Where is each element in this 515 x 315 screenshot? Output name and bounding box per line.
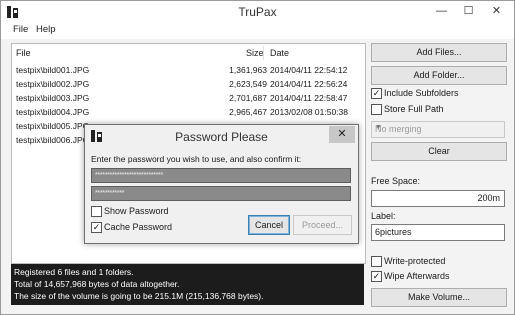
file-date: 2014/04/11 22:56:24: [270, 79, 348, 89]
dialog-close-button[interactable]: ✕: [329, 126, 355, 143]
title-bar: TruPax — ☐ ✕: [1, 1, 514, 23]
column-header-size[interactable]: Size: [246, 48, 264, 58]
checkbox-box[interactable]: ✓: [371, 88, 382, 99]
free-space-input[interactable]: 200m: [371, 190, 505, 207]
proceed-button[interactable]: Proceed...: [293, 215, 352, 235]
clear-button[interactable]: Clear: [371, 142, 507, 161]
add-folder-button[interactable]: Add Folder...: [371, 66, 507, 85]
status-line: Registered 6 files and 1 folders.: [14, 267, 134, 277]
file-date: 2014/04/11 22:58:47: [270, 93, 348, 103]
maximize-button[interactable]: ☐: [456, 1, 481, 22]
file-name: testpix\bild002.JPG: [16, 79, 90, 89]
chevron-down-icon: ▼: [375, 124, 382, 131]
checkbox-box[interactable]: ✓: [371, 271, 382, 282]
status-panel: Registered 6 files and 1 folders. Total …: [11, 264, 364, 305]
file-name: testpix\bild001.JPG: [16, 65, 90, 75]
checkbox-box[interactable]: ✓: [91, 222, 102, 233]
table-row[interactable]: testpix\bild003.JPG 2,701,687 2014/04/11…: [12, 92, 365, 106]
file-size: 2,623,549: [229, 79, 267, 89]
write-protected-label: Write-protected: [384, 256, 446, 266]
checkbox-box[interactable]: [91, 206, 102, 217]
minimize-button[interactable]: —: [429, 1, 454, 22]
confirm-password-input[interactable]: ************: [91, 186, 351, 201]
wipe-afterwards-label: Wipe Afterwards: [384, 271, 450, 281]
file-size: 2,701,687: [229, 93, 267, 103]
merging-select[interactable]: No merging ▼: [371, 121, 505, 138]
add-files-button[interactable]: Add Files...: [371, 43, 507, 62]
make-volume-button[interactable]: Make Volume...: [371, 288, 507, 307]
dialog-title: Password Please: [175, 130, 268, 144]
password-dialog: Password Please ✕ Enter the password you…: [84, 124, 359, 244]
confirm-password-mask: ************: [95, 190, 125, 197]
menu-help[interactable]: Help: [36, 24, 56, 35]
show-password-label: Show Password: [104, 206, 169, 216]
password-prompt: Enter the password you wish to use, and …: [91, 154, 302, 164]
file-name: testpix\bild003.JPG: [16, 93, 90, 103]
cancel-button[interactable]: Cancel: [248, 215, 290, 235]
column-divider[interactable]: [263, 46, 264, 60]
file-date: 2014/04/11 22:54:12: [270, 65, 348, 75]
password-mask: ****************************: [95, 172, 163, 179]
free-space-value: 200m: [477, 193, 500, 203]
file-name: testpix\bild005.JPG: [16, 121, 90, 131]
status-line: The size of the volume is going to be 21…: [14, 291, 264, 301]
menu-bar: File Help: [1, 23, 514, 39]
column-header-file[interactable]: File: [16, 48, 31, 58]
password-input[interactable]: ****************************: [91, 168, 351, 183]
table-row[interactable]: testpix\bild004.JPG 2,965,467 2013/02/08…: [12, 106, 365, 120]
close-button[interactable]: ✕: [484, 1, 509, 22]
checkbox-box[interactable]: [371, 104, 382, 115]
volume-label-input[interactable]: 6pictures: [371, 224, 505, 241]
status-line: Total of 14,657,968 bytes of data altoge…: [14, 279, 180, 289]
trupax-window: TruPax — ☐ ✕ File Help File Size Date te…: [0, 0, 515, 315]
file-date: 2013/02/08 01:50:38: [270, 107, 348, 117]
checkbox-box[interactable]: [371, 256, 382, 267]
free-space-label: Free Space:: [371, 176, 421, 186]
volume-label-value: 6pictures: [375, 227, 412, 237]
file-name: testpix\bild004.JPG: [16, 107, 90, 117]
table-row[interactable]: testpix\bild001.JPG 1,361,963 2014/04/11…: [12, 64, 365, 78]
volume-label-label: Label:: [371, 211, 396, 221]
menu-file[interactable]: File: [13, 24, 28, 35]
store-full-path-label: Store Full Path: [384, 104, 444, 114]
include-subfolders-label: Include Subfolders: [384, 88, 459, 98]
table-row[interactable]: testpix\bild002.JPG 2,623,549 2014/04/11…: [12, 78, 365, 92]
dialog-title-bar[interactable]: Password Please ✕: [85, 125, 358, 147]
file-size: 1,361,963: [229, 65, 267, 75]
file-name: testpix\bild006.JPG: [16, 135, 90, 145]
column-header-date[interactable]: Date: [270, 48, 289, 58]
file-size: 2,965,467: [229, 107, 267, 117]
cache-password-label: Cache Password: [104, 222, 173, 232]
